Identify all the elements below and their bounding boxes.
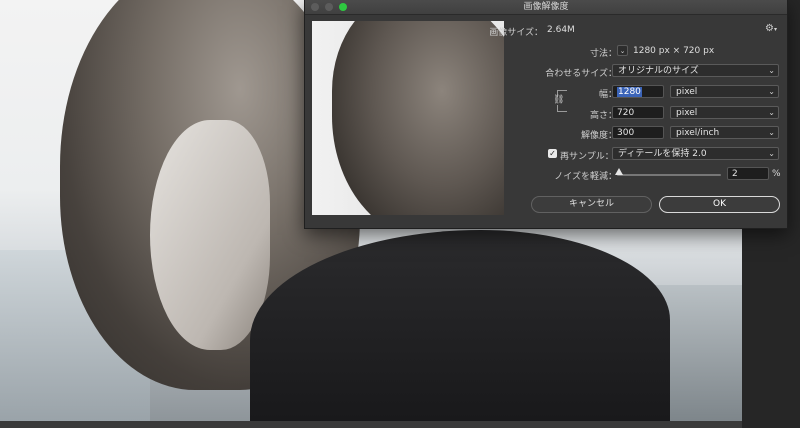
dimensions-unit-dropdown[interactable]: ⌄: [617, 45, 628, 56]
cancel-button[interactable]: キャンセル: [531, 196, 652, 213]
height-unit-value: pixel: [676, 108, 698, 118]
fit-to-selected-value: オリジナルのサイズ: [618, 66, 699, 76]
chevron-down-icon: ⌄: [768, 128, 775, 137]
chevron-down-icon: ⌄: [768, 149, 775, 158]
resolution-input[interactable]: 300: [612, 126, 664, 139]
resolution-unit-value: pixel/inch: [676, 128, 720, 138]
image-size-dialog: 画像解像度 画像サイズ： 2.64M ⚙▾ 寸法： ⌄ 1280 px × 72…: [304, 0, 788, 229]
height-unit-select[interactable]: pixel ⌄: [670, 106, 779, 119]
noise-input[interactable]: 2: [727, 167, 769, 180]
noise-reduction-label: ノイズを軽減：: [554, 172, 617, 182]
dialog-titlebar[interactable]: 画像解像度: [305, 0, 787, 15]
resample-method-select[interactable]: ディテールを保持 2.0 ⌄: [612, 147, 779, 160]
resample-method-value: ディテールを保持 2.0: [618, 149, 707, 159]
height-input[interactable]: 720: [612, 106, 664, 119]
resolution-unit-select[interactable]: pixel/inch ⌄: [670, 126, 779, 139]
noise-slider-thumb[interactable]: [615, 168, 624, 175]
resample-checkbox[interactable]: ✓: [548, 149, 557, 158]
ok-button[interactable]: OK: [659, 196, 780, 213]
chevron-down-icon: ⌄: [768, 66, 775, 75]
image-size-label: 画像サイズ：: [489, 28, 543, 38]
gear-icon[interactable]: ⚙▾: [765, 23, 777, 34]
image-preview[interactable]: [312, 21, 504, 215]
chevron-down-icon: ⌄: [619, 47, 626, 55]
preview-hair: [332, 21, 504, 215]
noise-slider-track[interactable]: [617, 174, 721, 176]
dialog-title: 画像解像度: [523, 2, 569, 12]
width-unit-select[interactable]: pixel ⌄: [670, 85, 779, 98]
canvas-bottom-edge: [0, 421, 742, 428]
chevron-down-icon: ⌄: [768, 87, 775, 96]
chevron-down-icon: ⌄: [768, 108, 775, 117]
checkmark-icon: ✓: [549, 149, 556, 158]
width-value: 1280: [617, 87, 642, 97]
fit-to-label: 合わせるサイズ：: [545, 69, 617, 79]
image-size-value: 2.64M: [547, 25, 575, 35]
resolution-value: 300: [617, 128, 635, 138]
photo-face-profile: [150, 120, 270, 350]
resample-label: 再サンプル：: [560, 152, 614, 162]
fit-to-select[interactable]: オリジナルのサイズ ⌄: [612, 64, 779, 77]
dimensions-label: 寸法：: [589, 49, 617, 59]
noise-value: 2: [732, 169, 738, 179]
noise-unit: %: [772, 169, 781, 179]
link-bracket-bottom: [557, 105, 567, 112]
width-unit-value: pixel: [676, 87, 698, 97]
height-value: 720: [617, 108, 635, 118]
dimensions-value: 1280 px × 720 px: [633, 46, 715, 56]
width-input[interactable]: 1280: [612, 85, 664, 98]
